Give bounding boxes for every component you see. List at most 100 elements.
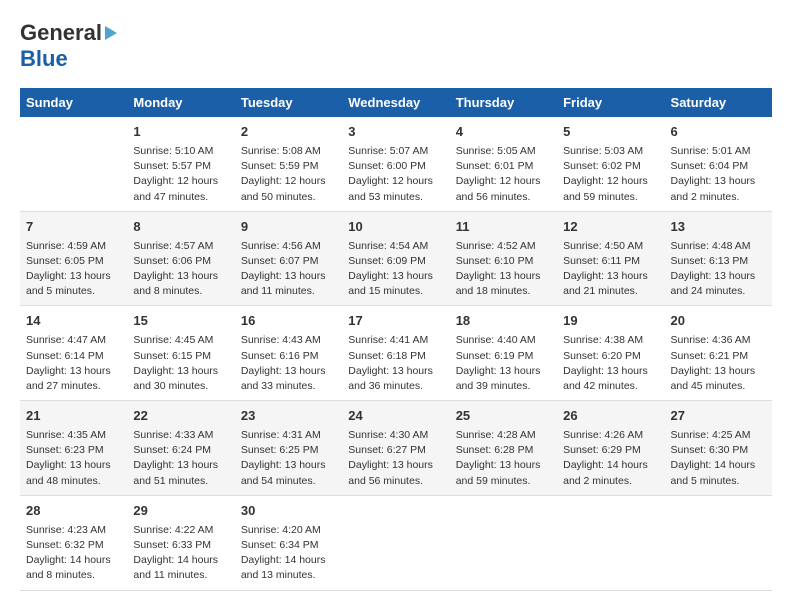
calendar-cell: 27 Sunrise: 4:25 AM Sunset: 6:30 PM Dayli… — [665, 401, 772, 496]
calendar-cell: 9 Sunrise: 4:56 AM Sunset: 6:07 PM Daylig… — [235, 211, 342, 306]
day-number: 17 — [348, 312, 443, 331]
cell-sun-info: Sunrise: 4:30 AM Sunset: 6:27 PM Dayligh… — [348, 428, 443, 489]
calendar-cell: 13Sunrise: 4:48 AM Sunset: 6:13 PM Dayli… — [665, 211, 772, 306]
cell-sun-info: Sunrise: 4:54 AM Sunset: 6:09 PM Dayligh… — [348, 239, 443, 300]
cell-sun-info: Sunrise: 4:23 AM Sunset: 6:32 PM Dayligh… — [26, 523, 121, 584]
day-of-week-header: Saturday — [665, 88, 772, 117]
logo-general: General — [20, 20, 102, 46]
cell-sun-info: Sunrise: 4:20 AM Sunset: 6:34 PM Dayligh… — [241, 523, 336, 584]
calendar-cell: 7Sunrise: 4:59 AM Sunset: 6:05 PM Daylig… — [20, 211, 127, 306]
day-number: 27 — [671, 407, 766, 426]
day-number: 30 — [241, 502, 336, 521]
calendar-week-row: 1 Sunrise: 5:10 AM Sunset: 5:57 PM Daylig… — [20, 117, 772, 211]
day-number: 2 — [241, 123, 336, 142]
calendar-cell: 8 Sunrise: 4:57 AM Sunset: 6:06 PM Daylig… — [127, 211, 234, 306]
calendar-cell: 18 Sunrise: 4:40 AM Sunset: 6:19 PM Dayli… — [450, 306, 557, 401]
cell-sun-info: Sunrise: 5:01 AM Sunset: 6:04 PM Dayligh… — [671, 144, 766, 205]
calendar-cell: 4Sunrise: 5:05 AM Sunset: 6:01 PM Daylig… — [450, 117, 557, 211]
day-number: 9 — [241, 218, 336, 237]
calendar-cell: 20Sunrise: 4:36 AM Sunset: 6:21 PM Dayli… — [665, 306, 772, 401]
cell-sun-info: Sunrise: 5:10 AM Sunset: 5:57 PM Dayligh… — [133, 144, 228, 205]
day-number: 21 — [26, 407, 121, 426]
calendar-cell: 23 Sunrise: 4:31 AM Sunset: 6:25 PM Dayli… — [235, 401, 342, 496]
calendar-cell — [450, 495, 557, 590]
calendar-header-row: SundayMondayTuesdayWednesdayThursdayFrid… — [20, 88, 772, 117]
calendar-cell — [557, 495, 664, 590]
cell-sun-info: Sunrise: 4:57 AM Sunset: 6:06 PM Dayligh… — [133, 239, 228, 300]
day-number: 23 — [241, 407, 336, 426]
calendar-cell: 15 Sunrise: 4:45 AM Sunset: 6:15 PM Dayli… — [127, 306, 234, 401]
calendar-cell: 25 Sunrise: 4:28 AM Sunset: 6:28 PM Dayli… — [450, 401, 557, 496]
day-number: 12 — [563, 218, 658, 237]
logo: General Blue — [20, 20, 117, 72]
cell-sun-info: Sunrise: 4:40 AM Sunset: 6:19 PM Dayligh… — [456, 333, 551, 394]
calendar-cell: 6Sunrise: 5:01 AM Sunset: 6:04 PM Daylig… — [665, 117, 772, 211]
day-number: 16 — [241, 312, 336, 331]
calendar-cell: 26 Sunrise: 4:26 AM Sunset: 6:29 PM Dayli… — [557, 401, 664, 496]
calendar-week-row: 7Sunrise: 4:59 AM Sunset: 6:05 PM Daylig… — [20, 211, 772, 306]
day-number: 14 — [26, 312, 121, 331]
day-of-week-header: Wednesday — [342, 88, 449, 117]
calendar-week-row: 21 Sunrise: 4:35 AM Sunset: 6:23 PM Dayli… — [20, 401, 772, 496]
cell-sun-info: Sunrise: 4:41 AM Sunset: 6:18 PM Dayligh… — [348, 333, 443, 394]
day-number: 28 — [26, 502, 121, 521]
cell-sun-info: Sunrise: 4:45 AM Sunset: 6:15 PM Dayligh… — [133, 333, 228, 394]
day-number: 8 — [133, 218, 228, 237]
cell-sun-info: Sunrise: 5:03 AM Sunset: 6:02 PM Dayligh… — [563, 144, 658, 205]
page-header: General Blue — [20, 20, 772, 72]
day-number: 18 — [456, 312, 551, 331]
day-number: 13 — [671, 218, 766, 237]
day-number: 11 — [456, 218, 551, 237]
calendar-cell — [665, 495, 772, 590]
cell-sun-info: Sunrise: 4:35 AM Sunset: 6:23 PM Dayligh… — [26, 428, 121, 489]
calendar-cell: 17 Sunrise: 4:41 AM Sunset: 6:18 PM Dayli… — [342, 306, 449, 401]
day-of-week-header: Thursday — [450, 88, 557, 117]
cell-sun-info: Sunrise: 4:28 AM Sunset: 6:28 PM Dayligh… — [456, 428, 551, 489]
day-number: 3 — [348, 123, 443, 142]
day-number: 15 — [133, 312, 228, 331]
cell-sun-info: Sunrise: 4:56 AM Sunset: 6:07 PM Dayligh… — [241, 239, 336, 300]
day-of-week-header: Monday — [127, 88, 234, 117]
cell-sun-info: Sunrise: 4:33 AM Sunset: 6:24 PM Dayligh… — [133, 428, 228, 489]
cell-sun-info: Sunrise: 5:07 AM Sunset: 6:00 PM Dayligh… — [348, 144, 443, 205]
calendar-cell: 29 Sunrise: 4:22 AM Sunset: 6:33 PM Dayli… — [127, 495, 234, 590]
cell-sun-info: Sunrise: 4:26 AM Sunset: 6:29 PM Dayligh… — [563, 428, 658, 489]
calendar-cell: 22 Sunrise: 4:33 AM Sunset: 6:24 PM Dayli… — [127, 401, 234, 496]
cell-sun-info: Sunrise: 4:43 AM Sunset: 6:16 PM Dayligh… — [241, 333, 336, 394]
logo-arrow-icon — [105, 26, 117, 40]
calendar-cell: 30 Sunrise: 4:20 AM Sunset: 6:34 PM Dayli… — [235, 495, 342, 590]
cell-sun-info: Sunrise: 4:47 AM Sunset: 6:14 PM Dayligh… — [26, 333, 121, 394]
cell-sun-info: Sunrise: 4:59 AM Sunset: 6:05 PM Dayligh… — [26, 239, 121, 300]
day-number: 4 — [456, 123, 551, 142]
day-number: 29 — [133, 502, 228, 521]
cell-sun-info: Sunrise: 4:38 AM Sunset: 6:20 PM Dayligh… — [563, 333, 658, 394]
day-number: 24 — [348, 407, 443, 426]
calendar-cell: 3 Sunrise: 5:07 AM Sunset: 6:00 PM Daylig… — [342, 117, 449, 211]
calendar-table: SundayMondayTuesdayWednesdayThursdayFrid… — [20, 88, 772, 591]
calendar-week-row: 28 Sunrise: 4:23 AM Sunset: 6:32 PM Dayli… — [20, 495, 772, 590]
day-number: 22 — [133, 407, 228, 426]
day-number: 1 — [133, 123, 228, 142]
cell-sun-info: Sunrise: 4:25 AM Sunset: 6:30 PM Dayligh… — [671, 428, 766, 489]
cell-sun-info: Sunrise: 4:22 AM Sunset: 6:33 PM Dayligh… — [133, 523, 228, 584]
day-number: 25 — [456, 407, 551, 426]
calendar-cell — [342, 495, 449, 590]
calendar-cell: 12 Sunrise: 4:50 AM Sunset: 6:11 PM Dayli… — [557, 211, 664, 306]
calendar-cell: 28 Sunrise: 4:23 AM Sunset: 6:32 PM Dayli… — [20, 495, 127, 590]
calendar-cell: 14 Sunrise: 4:47 AM Sunset: 6:14 PM Dayli… — [20, 306, 127, 401]
calendar-cell — [20, 117, 127, 211]
calendar-cell: 24 Sunrise: 4:30 AM Sunset: 6:27 PM Dayli… — [342, 401, 449, 496]
calendar-cell: 2Sunrise: 5:08 AM Sunset: 5:59 PM Daylig… — [235, 117, 342, 211]
calendar-cell: 16 Sunrise: 4:43 AM Sunset: 6:16 PM Dayli… — [235, 306, 342, 401]
cell-sun-info: Sunrise: 4:31 AM Sunset: 6:25 PM Dayligh… — [241, 428, 336, 489]
day-number: 26 — [563, 407, 658, 426]
calendar-cell: 21 Sunrise: 4:35 AM Sunset: 6:23 PM Dayli… — [20, 401, 127, 496]
calendar-cell: 11Sunrise: 4:52 AM Sunset: 6:10 PM Dayli… — [450, 211, 557, 306]
cell-sun-info: Sunrise: 4:50 AM Sunset: 6:11 PM Dayligh… — [563, 239, 658, 300]
day-number: 10 — [348, 218, 443, 237]
logo-blue: Blue — [20, 46, 68, 71]
day-number: 5 — [563, 123, 658, 142]
calendar-week-row: 14 Sunrise: 4:47 AM Sunset: 6:14 PM Dayli… — [20, 306, 772, 401]
calendar-cell: 1 Sunrise: 5:10 AM Sunset: 5:57 PM Daylig… — [127, 117, 234, 211]
day-of-week-header: Sunday — [20, 88, 127, 117]
